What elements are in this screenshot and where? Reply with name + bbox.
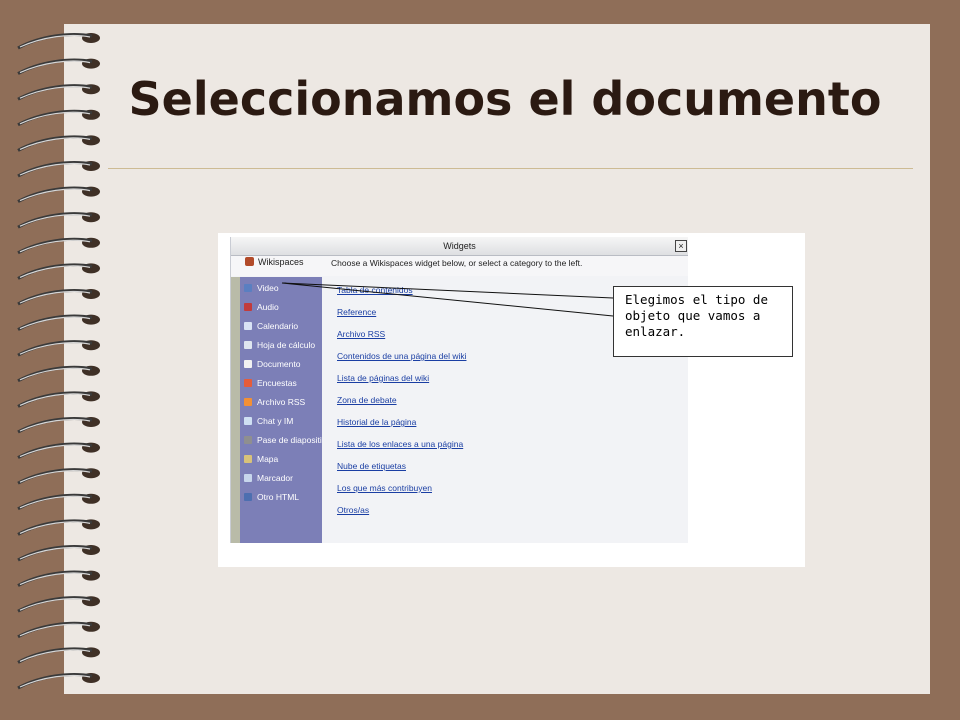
widget-link-historial[interactable]: Historial de la página [337, 417, 416, 427]
widget-link-nube[interactable]: Nube de etiquetas [337, 461, 406, 471]
sidebar-item-label: Otro HTML [257, 492, 300, 502]
sidebar-item-diapositivas[interactable]: Pase de diapositivas [240, 431, 322, 449]
sidebar-item-documento[interactable]: Documento [240, 355, 322, 373]
sidebar-item-otro-html[interactable]: Otro HTML [240, 488, 322, 506]
sidebar-item-label: Documento [257, 359, 301, 369]
sidebar-item-video[interactable]: Video [240, 279, 322, 297]
sidebar-item-archivo-rss[interactable]: Archivo RSS [240, 393, 322, 411]
widgets-screenshot: Widgets × Wikispaces Choose a Wikispaces… [218, 233, 805, 567]
widget-link-tabla[interactable]: Tabla de contenidos [337, 285, 413, 295]
spreadsheet-icon [244, 341, 252, 349]
widget-link-zona-debate[interactable]: Zona de debate [337, 395, 397, 405]
sidebar-item-chat[interactable]: Chat y IM [240, 412, 322, 430]
sidebar-item-label: Archivo RSS [257, 397, 306, 407]
widget-link-archivo-rss[interactable]: Archivo RSS [337, 329, 385, 339]
dialog-title: Widgets [231, 237, 688, 256]
sidebar-item-marcador[interactable]: Marcador [240, 469, 322, 487]
category-sidebar: Video Audio Calendario Hoja de cálculo D… [240, 277, 322, 543]
map-icon [244, 455, 252, 463]
audio-icon [244, 303, 252, 311]
sidebar-edge [231, 277, 240, 543]
widget-link-contenidos[interactable]: Contenidos de una página del wiki [337, 351, 466, 361]
callout-note: Elegimos el tipo de objeto que vamos a e… [613, 286, 793, 357]
instructions-text: Choose a Wikispaces widget below, or sel… [331, 258, 583, 268]
plant-icon [245, 257, 254, 266]
close-icon[interactable]: × [675, 240, 687, 252]
sidebar-item-hoja-de-calculo[interactable]: Hoja de cálculo [240, 336, 322, 354]
widget-link-otros[interactable]: Otros/as [337, 505, 369, 515]
widget-link-lista-enlaces[interactable]: Lista de los enlaces a una página [337, 439, 463, 449]
calendar-icon [244, 322, 252, 330]
callout-line: objeto que vamos a [625, 308, 761, 323]
callout-line: Elegimos el tipo de [625, 292, 768, 307]
slideshow-icon [244, 436, 252, 444]
sidebar-item-calendario[interactable]: Calendario [240, 317, 322, 335]
sidebar-item-label: Pase de diapositivas [257, 435, 322, 445]
sidebar-item-label: Chat y IM [257, 416, 294, 426]
sidebar-item-label: Marcador [257, 473, 293, 483]
title-divider [108, 168, 913, 169]
sidebar-item-label: Hoja de cálculo [257, 340, 316, 350]
sidebar-item-encuestas[interactable]: Encuestas [240, 374, 322, 392]
video-icon [244, 284, 252, 292]
document-icon [244, 360, 252, 368]
wikispaces-brand[interactable]: Wikispaces [245, 257, 304, 267]
html-icon [244, 493, 252, 501]
bookmark-icon [244, 474, 252, 482]
widget-link-lista-paginas[interactable]: Lista de páginas del wiki [337, 373, 429, 383]
chat-icon [244, 417, 252, 425]
widgets-dialog: Widgets × Wikispaces Choose a Wikispaces… [230, 237, 688, 543]
sidebar-item-label: Calendario [257, 321, 299, 331]
sidebar-item-label: Encuestas [257, 378, 297, 388]
sidebar-item-audio[interactable]: Audio [240, 298, 322, 316]
callout-line: enlazar. [625, 324, 686, 339]
rss-icon [244, 398, 252, 406]
sidebar-item-label: Audio [257, 302, 279, 312]
sidebar-item-label: Video [257, 283, 279, 293]
brand-label: Wikispaces [258, 257, 304, 267]
sidebar-item-mapa[interactable]: Mapa [240, 450, 322, 468]
poll-icon [244, 379, 252, 387]
widget-link-contribuyen[interactable]: Los que más contribuyen [337, 483, 432, 493]
sidebar-item-label: Mapa [257, 454, 279, 464]
page-title: Seleccionamos el documento [128, 72, 882, 126]
widget-link-reference[interactable]: Reference [337, 307, 376, 317]
